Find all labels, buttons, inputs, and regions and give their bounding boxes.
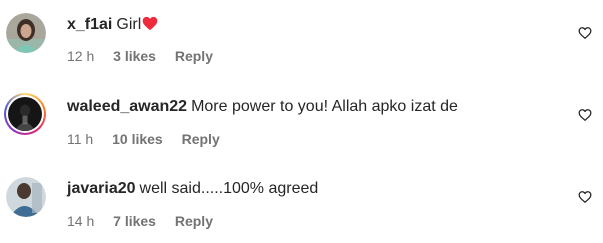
- comment-time: 14 h: [67, 213, 95, 229]
- avatar[interactable]: [6, 177, 46, 217]
- comment-likes-count[interactable]: 10 likes: [112, 131, 163, 147]
- comment-likes-count[interactable]: 7 likes: [113, 213, 156, 229]
- comment-username[interactable]: waleed_awan22: [67, 98, 187, 115]
- reply-button[interactable]: Reply: [182, 131, 220, 147]
- avatar[interactable]: [4, 93, 46, 135]
- heart-outline-icon[interactable]: [578, 108, 592, 122]
- avatar-photo: [8, 97, 42, 131]
- comment-text: More power to you! Allah apko izat de: [191, 98, 458, 115]
- avatar-photo: [6, 177, 46, 217]
- comment-item: javaria20 well said.....100% agreed 14 h …: [0, 0, 603, 229]
- comment-username[interactable]: javaria20: [67, 180, 136, 197]
- heart-outline-icon[interactable]: [578, 190, 592, 204]
- reply-button[interactable]: Reply: [175, 213, 213, 229]
- comment-text: well said.....100% agreed: [139, 180, 319, 197]
- comment-time: 11 h: [67, 131, 94, 147]
